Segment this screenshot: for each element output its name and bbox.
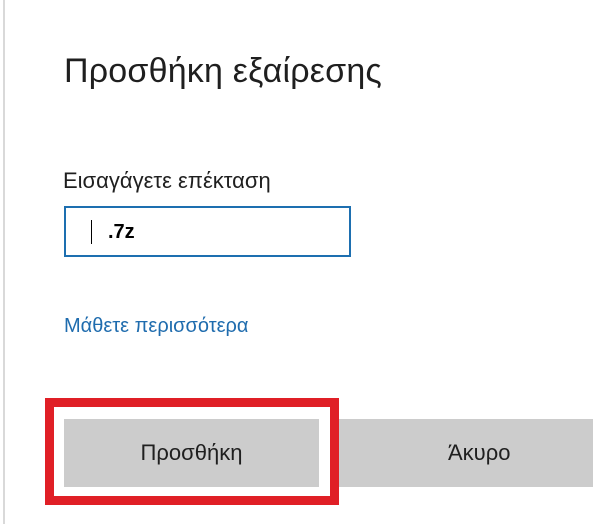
dialog-title: Προσθήκη εξαίρεσης [64,52,383,90]
add-exclusion-dialog: Προσθήκη εξαίρεσης Εισαγάγετε επέκταση .… [0,0,593,524]
window-left-border [3,0,5,524]
dialog-button-row: Προσθήκη Άκυρο [64,419,593,487]
extension-input-value: .7z [108,221,135,243]
extension-input[interactable]: .7z [64,206,351,257]
text-caret [91,220,92,244]
cancel-button[interactable]: Άκυρο [330,419,593,487]
extension-field-label: Εισαγάγετε επέκταση [63,168,271,193]
learn-more-link[interactable]: Μάθετε περισσότερα [64,315,248,338]
add-button[interactable]: Προσθήκη [64,419,319,487]
